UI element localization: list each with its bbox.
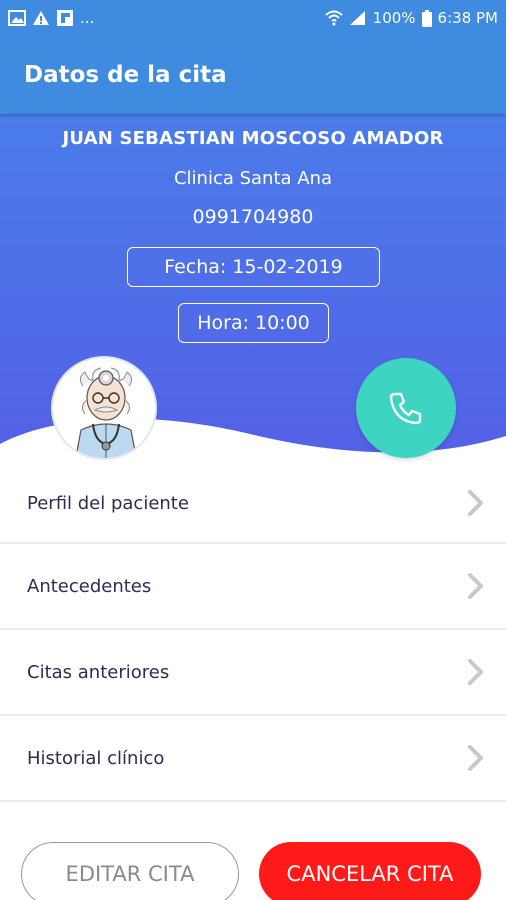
doctor-avatar-icon <box>75 367 137 458</box>
battery-percent: 100% <box>372 9 416 27</box>
menu-item-previous-appointments[interactable]: Citas anteriores <box>0 630 506 716</box>
battery-icon <box>421 9 432 27</box>
clinic-name: Clinica Santa Ana <box>173 168 333 189</box>
patient-name: JUAN SEBASTIAN MOSCOSO AMADOR <box>62 128 444 149</box>
menu-item-label: Citas anteriores <box>27 661 170 683</box>
image-icon <box>8 10 26 26</box>
call-button[interactable] <box>356 358 456 458</box>
chevron-right-icon <box>468 573 483 599</box>
menu-item-clinical-history[interactable]: Historial clínico <box>0 716 506 802</box>
phone-icon <box>389 392 422 425</box>
status-overflow: ... <box>80 9 95 27</box>
cancel-appointment-button[interactable]: CANCELAR CITA <box>259 842 481 900</box>
status-bar: ... 100% 6:38 PM <box>0 0 506 36</box>
chevron-right-icon <box>468 745 483 771</box>
time-pill: Hora: 10:00 <box>178 303 329 343</box>
menu-item-label: Antecedentes <box>27 575 152 597</box>
appointment-menu: Perfil del paciente Antecedentes Citas a… <box>0 464 506 802</box>
wifi-icon <box>324 10 343 26</box>
menu-item-patient-profile[interactable]: Perfil del paciente <box>0 464 506 544</box>
edit-appointment-button[interactable]: EDITAR CITA <box>21 842 239 900</box>
menu-item-label: Historial clínico <box>27 747 165 769</box>
menu-item-background[interactable]: Antecedentes <box>0 544 506 630</box>
page-title: Datos de la cita <box>24 62 227 88</box>
menu-item-label: Perfil del paciente <box>27 492 189 514</box>
warning-icon <box>33 11 49 25</box>
system-status: 100% 6:38 PM <box>324 9 498 27</box>
flipboard-icon <box>57 10 73 26</box>
time-value: 10:00 <box>255 312 310 334</box>
date-pill: Fecha: 15-02-2019 <box>127 247 380 287</box>
clock: 6:38 PM <box>437 9 498 27</box>
notification-icons: ... <box>8 9 94 27</box>
app-bar: Datos de la cita <box>0 36 506 114</box>
signal-icon <box>349 11 365 25</box>
chevron-right-icon <box>468 490 483 516</box>
date-label: Fecha: <box>164 256 227 278</box>
avatar <box>51 356 157 460</box>
patient-phone: 0991704980 <box>192 206 314 228</box>
time-label: Hora: <box>197 312 249 334</box>
date-value: 15-02-2019 <box>232 256 343 278</box>
chevron-right-icon <box>468 659 483 685</box>
